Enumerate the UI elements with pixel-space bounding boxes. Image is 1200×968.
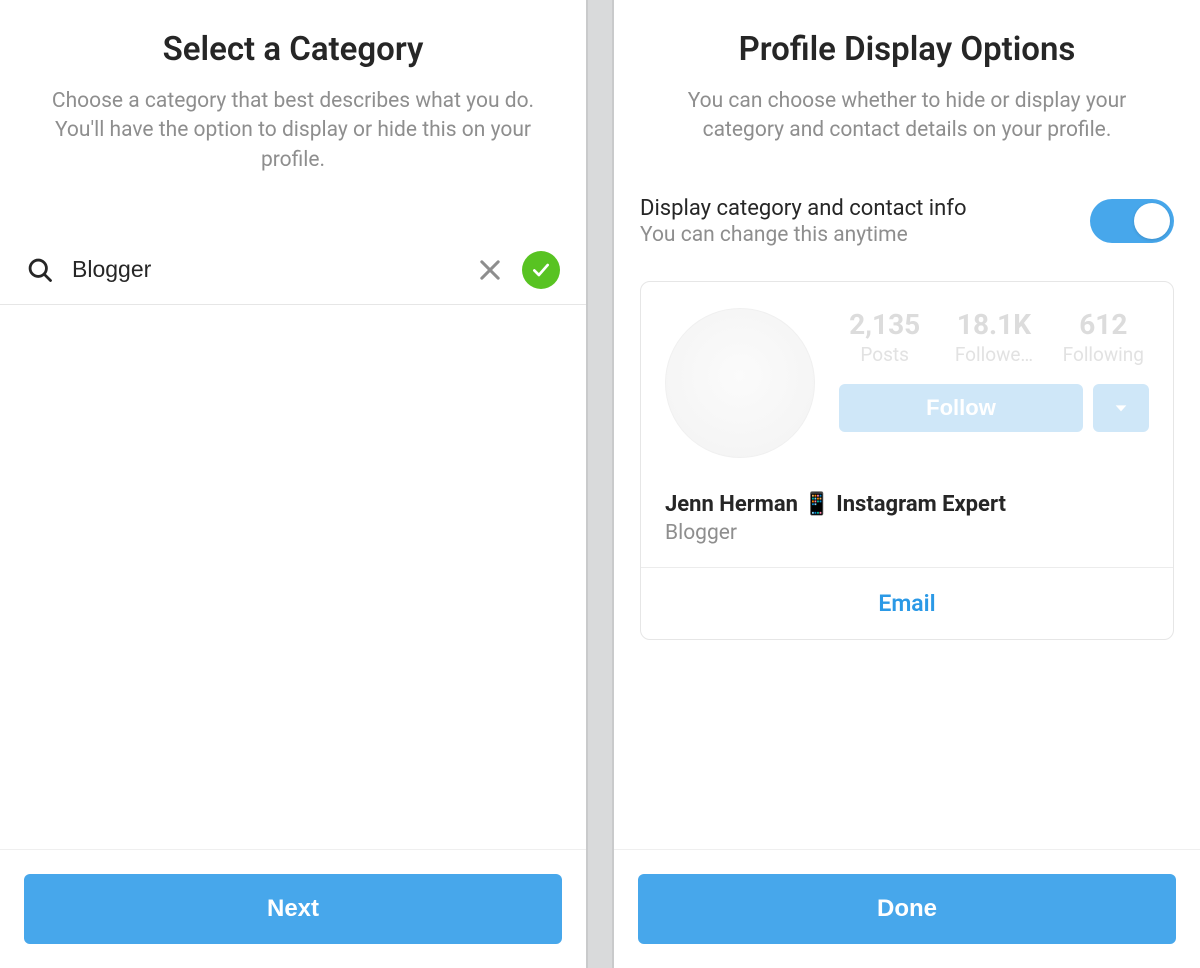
next-button[interactable]: Next: [24, 874, 562, 944]
stats-row: 2,135 Posts 18.1K Followe… 612 Following: [839, 308, 1149, 366]
category-search-input[interactable]: [72, 256, 476, 283]
email-row: Email: [641, 567, 1173, 639]
follow-button[interactable]: Follow: [839, 384, 1083, 432]
page-title-right: Profile Display Options: [654, 30, 1160, 69]
check-icon: [522, 251, 560, 289]
clear-icon[interactable]: [476, 256, 504, 284]
toggle-sublabel: You can change this anytime: [640, 223, 1074, 247]
display-toggle[interactable]: [1090, 199, 1174, 243]
stat-followers-value: 18.1K: [948, 308, 1039, 341]
stat-following: 612 Following: [1058, 308, 1149, 366]
stat-following-value: 612: [1058, 308, 1149, 341]
right-header: Profile Display Options You can choose w…: [614, 0, 1200, 146]
right-bottom-bar: Done: [614, 849, 1200, 968]
left-header: Select a Category Choose a category that…: [0, 0, 586, 175]
stat-posts-value: 2,135: [839, 308, 930, 341]
toggle-knob: [1134, 203, 1170, 239]
display-toggle-row: Display category and contact info You ca…: [614, 196, 1200, 247]
toggle-text: Display category and contact info You ca…: [640, 196, 1074, 247]
profile-meta: Jenn Herman 📱 Instagram Expert Blogger: [641, 482, 1173, 567]
page-subtitle-left: Choose a category that best describes wh…: [40, 87, 546, 175]
avatar: [665, 308, 815, 458]
panel-divider: [586, 0, 614, 968]
chevron-down-icon: [1113, 400, 1129, 416]
search-icon: [26, 256, 54, 284]
stat-posts: 2,135 Posts: [839, 308, 930, 366]
follow-dropdown-button[interactable]: [1093, 384, 1149, 432]
profile-display-panel: Profile Display Options You can choose w…: [614, 0, 1200, 968]
page-subtitle-right: You can choose whether to hide or displa…: [654, 87, 1160, 146]
profile-stats: 2,135 Posts 18.1K Followe… 612 Following…: [839, 308, 1149, 432]
profile-top: 2,135 Posts 18.1K Followe… 612 Following…: [641, 282, 1173, 482]
toggle-label: Display category and contact info: [640, 196, 1074, 221]
profile-preview-card: 2,135 Posts 18.1K Followe… 612 Following…: [640, 281, 1174, 640]
email-button[interactable]: Email: [878, 590, 935, 617]
left-bottom-bar: Next: [0, 849, 586, 968]
stat-posts-label: Posts: [839, 343, 930, 366]
stat-followers-label: Followe…: [948, 343, 1039, 366]
profile-category: Blogger: [665, 521, 1149, 545]
done-button[interactable]: Done: [638, 874, 1176, 944]
select-category-panel: Select a Category Choose a category that…: [0, 0, 586, 968]
page-title-left: Select a Category: [40, 30, 546, 69]
category-search-row: [0, 235, 586, 305]
profile-name: Jenn Herman 📱 Instagram Expert: [665, 492, 1149, 517]
stat-followers: 18.1K Followe…: [948, 308, 1039, 366]
stat-following-label: Following: [1058, 343, 1149, 366]
follow-row: Follow: [839, 384, 1149, 432]
